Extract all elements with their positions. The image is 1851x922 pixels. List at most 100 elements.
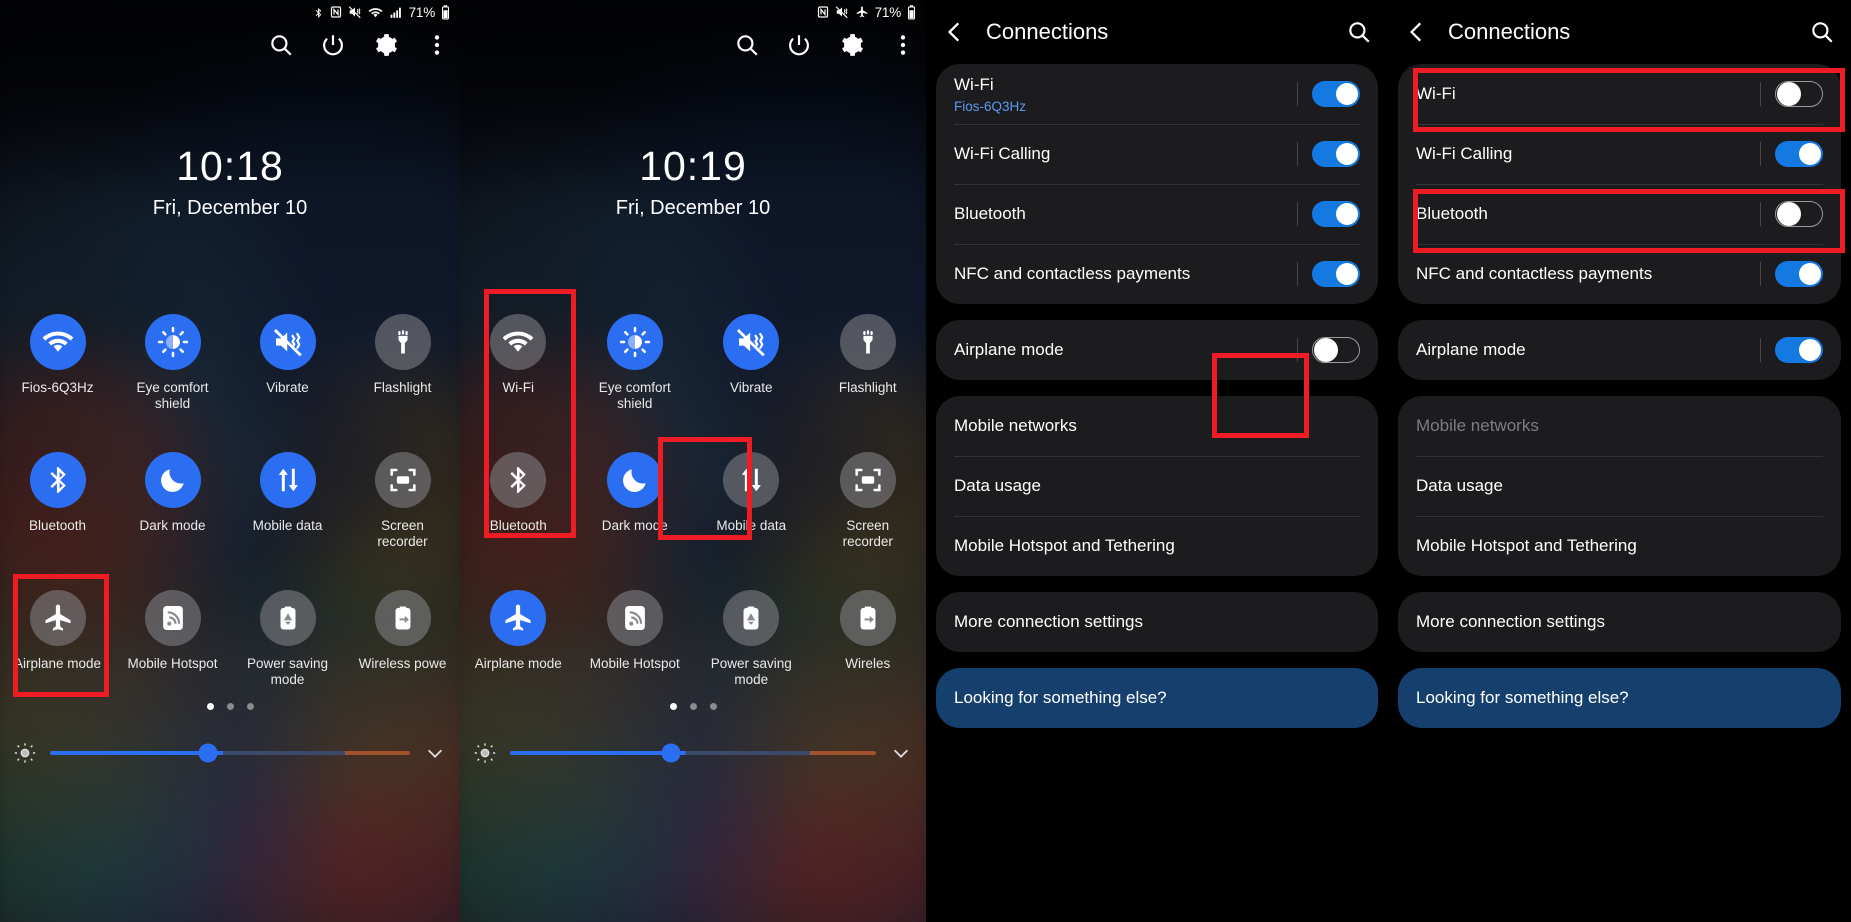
hotspot-icon [606, 590, 663, 646]
quick-tile-wireles[interactable]: Wireles [810, 576, 927, 708]
quick-tile-airplane-mode[interactable]: Airplane mode [460, 576, 577, 708]
settings-row-airplane-mode[interactable]: Airplane mode [1398, 320, 1841, 380]
search-icon[interactable] [268, 32, 294, 58]
quick-tile-eye-comfort-shield[interactable]: Eye comfort shield [115, 300, 230, 432]
settings-row-looking-for-something-else[interactable]: Looking for something else? [936, 668, 1378, 728]
back-icon[interactable] [1404, 19, 1430, 45]
quick-settings-tiles: Fios-6Q3Hz Eye comfort shield Vibrate Flash… [0, 300, 460, 708]
power-icon[interactable] [320, 32, 346, 58]
settings-row-mobile-networks[interactable]: Mobile networks [936, 396, 1378, 456]
toggle-airplane-mode[interactable] [1775, 337, 1823, 363]
quick-tile-bluetooth[interactable]: Bluetooth [460, 438, 577, 570]
search-icon[interactable] [1346, 19, 1372, 45]
toggle-thumb [1777, 82, 1801, 106]
brightness-slider[interactable] [474, 742, 912, 764]
quick-tile-fios-6q3hz[interactable]: Fios-6Q3Hz [0, 300, 115, 432]
quick-tile-power-saving-mode[interactable]: Power saving mode [693, 576, 810, 708]
quick-tile-screen-recorder[interactable]: Screen recorder [345, 438, 460, 570]
brightness-slider[interactable] [14, 742, 446, 764]
chevron-down-icon[interactable] [424, 742, 446, 764]
settings-row-more-connection-settings[interactable]: More connection settings [936, 592, 1378, 652]
settings-row-nfc-and-contactless-payments[interactable]: NFC and contactless payments [1398, 244, 1841, 304]
search-icon[interactable] [734, 32, 760, 58]
settings-row-bluetooth[interactable]: Bluetooth [936, 184, 1378, 244]
toggle-nfc-and-contactless-payments[interactable] [1312, 261, 1360, 287]
quick-tile-wireless-powe[interactable]: Wireless powe [345, 576, 460, 708]
toggle-bluetooth[interactable] [1312, 201, 1360, 227]
page-title: Connections [986, 19, 1109, 44]
settings-card: Airplane mode [1398, 320, 1841, 380]
back-icon[interactable] [942, 19, 968, 45]
quick-tile-mobile-hotspot[interactable]: Mobile Hotspot [577, 576, 694, 708]
page-dot-2[interactable] [689, 703, 697, 710]
quick-tile-airplane-mode[interactable]: Airplane mode [0, 576, 115, 708]
status-bar: 71% [460, 0, 926, 24]
quick-tile-power-saving-mode[interactable]: Power saving mode [230, 576, 345, 708]
page-indicator[interactable] [0, 703, 460, 710]
quick-tile-mobile-data[interactable]: Mobile data [693, 438, 810, 570]
wifi-icon [29, 314, 86, 370]
settings-row-text: Mobile networks [954, 405, 1360, 446]
quick-tile-vibrate[interactable]: Vibrate [693, 300, 810, 432]
toggle-nfc-and-contactless-payments[interactable] [1775, 261, 1823, 287]
page-dot-1[interactable] [669, 703, 677, 710]
quick-tile-vibrate[interactable]: Vibrate [230, 300, 345, 432]
row-divider [1760, 202, 1761, 226]
clock-time: 10:18 [176, 143, 284, 189]
settings-row-data-usage[interactable]: Data usage [936, 456, 1378, 516]
settings-row-mobile-hotspot-and-tethering[interactable]: Mobile Hotspot and Tethering [1398, 516, 1841, 576]
brightness-knob[interactable] [661, 743, 681, 763]
quick-tile-dark-mode[interactable]: Dark mode [115, 438, 230, 570]
settings-row-mobile-networks[interactable]: Mobile networks [1398, 396, 1841, 456]
page-indicator[interactable] [460, 703, 926, 710]
quick-tile-flashlight[interactable]: Flashlight [345, 300, 460, 432]
brightness-icon [14, 742, 36, 764]
toggle-wi-fi[interactable] [1312, 81, 1360, 107]
settings-row-data-usage[interactable]: Data usage [1398, 456, 1841, 516]
quick-tile-label: Screen recorder [377, 518, 428, 549]
settings-row-looking-for-something-else[interactable]: Looking for something else? [1398, 668, 1841, 728]
more-options-icon[interactable] [890, 32, 916, 58]
search-icon[interactable] [1809, 19, 1835, 45]
settings-row-more-connection-settings[interactable]: More connection settings [1398, 592, 1841, 652]
settings-card: Looking for something else? [936, 668, 1378, 728]
settings-row-mobile-hotspot-and-tethering[interactable]: Mobile Hotspot and Tethering [936, 516, 1378, 576]
toggle-bluetooth[interactable] [1775, 201, 1823, 227]
airplane-icon [29, 590, 86, 646]
quick-tile-bluetooth[interactable]: Bluetooth [0, 438, 115, 570]
settings-row-wi-fi[interactable]: Wi-Fi Fios-6Q3Hz [936, 64, 1378, 124]
chevron-down-icon[interactable] [890, 742, 912, 764]
brightness-track[interactable] [50, 743, 410, 763]
quick-tile-wi-fi[interactable]: Wi-Fi [460, 300, 577, 432]
quick-tile-dark-mode[interactable]: Dark mode [577, 438, 694, 570]
gear-icon[interactable] [372, 32, 398, 58]
page-dot-3[interactable] [246, 703, 254, 710]
moon-icon [606, 452, 663, 508]
battery-status-icon [907, 4, 916, 20]
toggle-airplane-mode[interactable] [1312, 337, 1360, 363]
power-icon[interactable] [786, 32, 812, 58]
quick-tile-mobile-data[interactable]: Mobile data [230, 438, 345, 570]
toggle-wi-fi[interactable] [1775, 81, 1823, 107]
page-dot-3[interactable] [709, 703, 717, 710]
settings-row-wi-fi-calling[interactable]: Wi-Fi Calling [936, 124, 1378, 184]
quick-tile-mobile-hotspot[interactable]: Mobile Hotspot [115, 576, 230, 708]
settings-row-wi-fi[interactable]: Wi-Fi [1398, 64, 1841, 124]
settings-row-wi-fi-calling[interactable]: Wi-Fi Calling [1398, 124, 1841, 184]
page-dot-1[interactable] [206, 703, 214, 710]
settings-row-bluetooth[interactable]: Bluetooth [1398, 184, 1841, 244]
quick-tile-screen-recorder[interactable]: Screen recorder [810, 438, 927, 570]
brightness-track[interactable] [510, 743, 876, 763]
settings-row-nfc-and-contactless-payments[interactable]: NFC and contactless payments [936, 244, 1378, 304]
gear-icon[interactable] [838, 32, 864, 58]
settings-row-airplane-mode[interactable]: Airplane mode [936, 320, 1378, 380]
toggle-wi-fi-calling[interactable] [1775, 141, 1823, 167]
page-dot-2[interactable] [226, 703, 234, 710]
settings-row-text: Bluetooth [1416, 193, 1760, 234]
quick-tile-label: Wi-Fi [502, 380, 534, 395]
quick-tile-flashlight[interactable]: Flashlight [810, 300, 927, 432]
brightness-knob[interactable] [198, 743, 218, 763]
quick-tile-eye-comfort-shield[interactable]: Eye comfort shield [577, 300, 694, 432]
toggle-wi-fi-calling[interactable] [1312, 141, 1360, 167]
more-options-icon[interactable] [424, 32, 450, 58]
